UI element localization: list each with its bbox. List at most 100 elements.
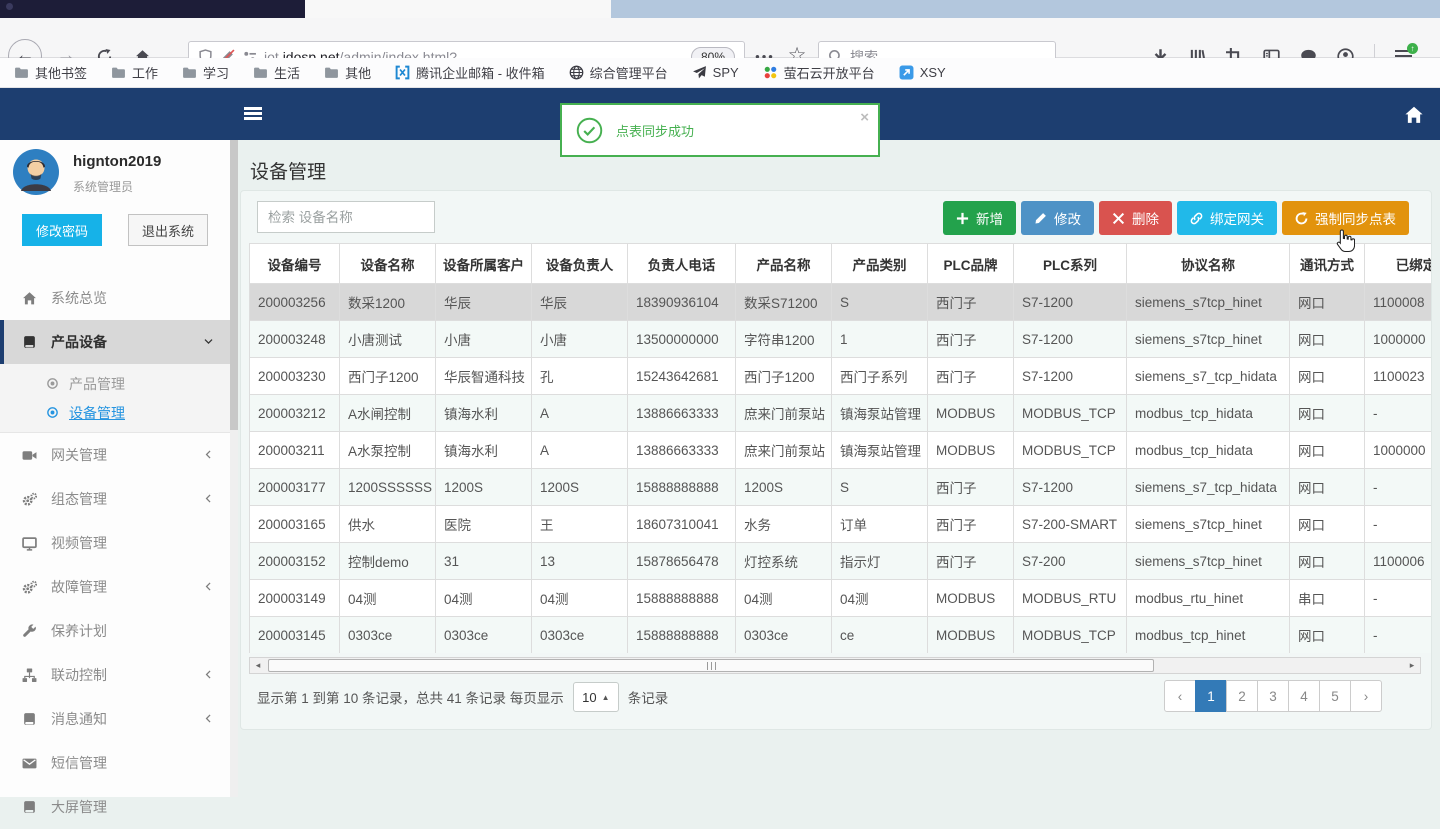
bookmark-item[interactable]: 生活 [253,63,300,82]
sidebar-item-label: 故障管理 [51,579,107,595]
bookmark-label: 萤石云开放平台 [783,66,875,81]
dot-icon [47,378,58,389]
column-header[interactable]: 设备负责人 [531,243,628,284]
page-size-select[interactable]: 10 ▲ [572,682,619,712]
dots4-icon [764,66,776,79]
device-search-input[interactable] [257,201,435,233]
table-row[interactable]: 200003230 西门子1200 华辰智通科技孔 15243642681 西门子120… [249,357,1431,395]
sidebar-item-保养计划[interactable]: 保养计划 [0,609,230,653]
table-row[interactable]: 200003212 A水闸控制 镇海水利 A 13886663333 庶来门前泵站 镇海泵站… [249,394,1431,432]
bookmark-label: 生活 [274,66,301,81]
action-button-新增[interactable]: 新增 [943,201,1016,235]
bookmark-item[interactable]: 综合管理平台 [569,63,668,82]
pager-page-4[interactable]: 4 [1288,680,1320,712]
column-header[interactable]: PLC系列 [1013,243,1127,284]
bookmark-item[interactable]: 工作 [111,63,158,82]
sidebar-item-消息通知[interactable]: 消息通知 [0,697,230,741]
table-row[interactable]: 200003149 04测 04测 04测 15888888888 04测 04测 MODBU… [249,579,1431,617]
sidebar-item-联动控制[interactable]: 联动控制 [0,653,230,697]
table-row[interactable]: 200003145 0303ce 0303ce 0303ce 15888888888 03… [249,616,1431,653]
link-icon [1190,212,1203,224]
app-home-button[interactable] [1404,105,1424,125]
scrollbar-thumb[interactable] [230,140,238,430]
column-header[interactable]: 设备名称 [339,243,436,284]
pager-page-5[interactable]: 5 [1319,680,1351,712]
sidebar-item-label: 视频管理 [51,535,107,551]
scroll-left-arrow[interactable]: ◂ [250,658,266,673]
plane-icon [692,66,706,79]
sidebar-item-系统总览[interactable]: 系统总览 [0,276,230,320]
action-button-修改[interactable]: 修改 [1021,201,1094,235]
column-header[interactable]: 产品类别 [831,243,928,284]
sidebar-item-网关管理[interactable]: 网关管理 [0,433,230,477]
pager-page-3[interactable]: 3 [1257,680,1289,712]
column-header[interactable]: 协议名称 [1126,243,1290,284]
table-cell: 字符串1200 [735,320,832,358]
pager-prev-button[interactable]: ‹ [1164,680,1196,712]
bookmark-item[interactable]: 腾讯企业邮箱 - 收件箱 [395,63,545,82]
sidebar-collapse-button[interactable] [244,107,262,121]
pager-page-1[interactable]: 1 [1195,680,1227,712]
sidebar-item-label: 短信管理 [51,755,107,771]
sidebar-item-故障管理[interactable]: 故障管理 [0,565,230,609]
camera-icon [22,450,37,460]
scroll-right-arrow[interactable]: ▸ [1404,658,1420,673]
table-row[interactable]: 200003152 控制demo 31 13 15878656478 灯控系统 指示灯 西门子… [249,542,1431,580]
table-row[interactable]: 200003177 1200SSSSSS 1200S 1200S 15888888888… [249,468,1431,506]
pager: ‹ 1 2 3 4 5 › [1164,680,1382,712]
table-cell: 网口 [1289,357,1365,395]
scrollbar-thumb[interactable] [268,659,1154,672]
table-cell: 西门子 [927,357,1014,395]
pager-page-2[interactable]: 2 [1226,680,1258,712]
column-header[interactable]: 已绑定网关 [1364,243,1431,284]
submenu-item-设备管理[interactable]: 设备管理 [0,398,230,427]
sidebar-item-组态管理[interactable]: 组态管理 [0,477,230,521]
sidebar-item-label: 系统总览 [51,290,107,306]
monitor-icon [22,536,37,551]
submenu-item-产品管理[interactable]: 产品管理 [0,369,230,398]
bookmark-item[interactable]: SPY [692,65,739,80]
table-cell: 镇海水利 [435,394,532,432]
sidebar-item-大屏管理[interactable]: 大屏管理 [0,785,230,829]
table-row[interactable]: 200003256 数采1200 华辰 华辰 18390936104 数采S71200 S 西… [249,283,1431,321]
horizontal-scrollbar[interactable]: ◂ ▸ [249,657,1421,674]
avatar [13,149,59,195]
action-button-绑定网关[interactable]: 绑定网关 [1177,201,1277,235]
bookmark-item[interactable]: 萤石云开放平台 [763,63,875,82]
bookmark-item[interactable]: XSY [899,65,946,80]
sidebar-item-产品设备[interactable]: 产品设备 [0,320,230,364]
column-header[interactable]: PLC品牌 [927,243,1014,284]
table-row[interactable]: 200003248 小唐测试 小唐 小唐 13500000000 字符串1200 1 西门子 S… [249,320,1431,358]
bookmark-item[interactable]: 其他书签 [14,63,87,82]
toast-close-button[interactable]: × [860,109,869,126]
sidebar-item-视频管理[interactable]: 视频管理 [0,521,230,565]
change-password-button[interactable]: 修改密码 [22,214,102,246]
table-cell: 04测 [435,579,532,617]
table-cell: 04测 [339,579,436,617]
table-row[interactable]: 200003165 供水 医院王 18607310041 水务 订单 西门子 S7-200-S… [249,505,1431,543]
bookmark-item[interactable]: 学习 [182,63,229,82]
table-cell: 200003152 [249,542,340,580]
table-cell: 指示灯 [831,542,928,580]
bookmark-item[interactable]: 其他 [324,63,371,82]
logout-button[interactable]: 退出系统 [128,214,208,246]
action-button-label: 删除 [1132,212,1159,227]
column-header[interactable]: 设备编号 [249,243,340,284]
active-tab[interactable] [305,0,611,18]
table-cell: 200003230 [249,357,340,395]
sidebar-item-短信管理[interactable]: 短信管理 [0,741,230,785]
action-button-删除[interactable]: 删除 [1099,201,1172,235]
table-cell: 西门子 [927,505,1014,543]
column-header[interactable]: 产品名称 [735,243,832,284]
sidebar-scrollbar[interactable] [230,140,238,797]
gears-icon [22,492,37,506]
table-cell: - [1364,579,1431,617]
column-header[interactable]: 设备所属客户 [435,243,532,284]
table-row[interactable]: 200003211 A水泵控制 镇海水利 A 13886663333 庶来门前泵站 镇海泵站… [249,431,1431,469]
chev-left-icon [205,494,211,503]
table-cell: S7-200 [1013,542,1127,580]
table-cell: A [531,431,628,469]
table-cell: 医院 [435,505,532,543]
pager-next-button[interactable]: › [1350,680,1382,712]
column-header[interactable]: 负责人电话 [627,243,736,284]
